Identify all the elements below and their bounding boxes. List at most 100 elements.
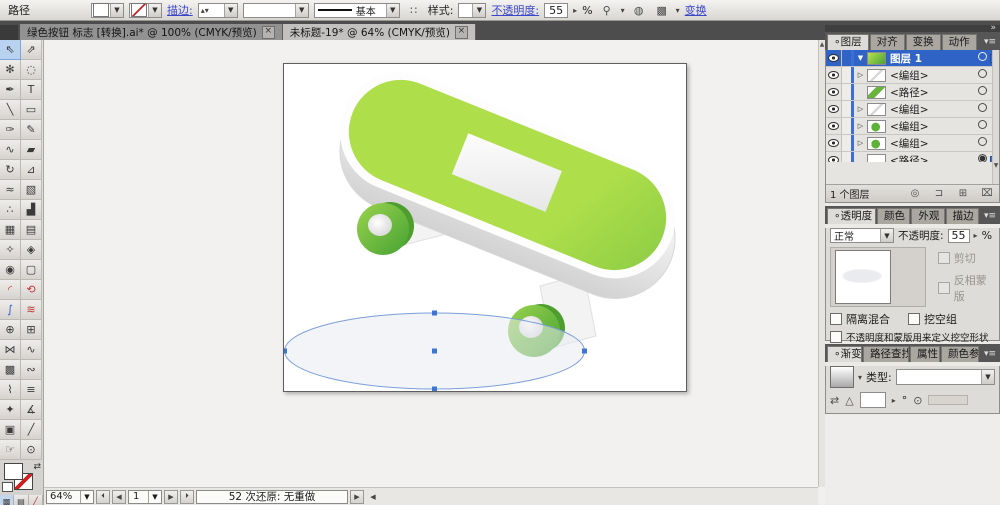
document-tab-2[interactable]: 未标题-19* @ 64% (CMYK/预览) × <box>282 24 476 40</box>
tool-reshape[interactable]: ⋈ <box>0 340 21 360</box>
gradient-angle-input[interactable] <box>859 392 886 408</box>
layer-row[interactable]: ▷ <编组> <box>826 135 999 152</box>
tool-paintbrush[interactable]: ✑ <box>0 120 21 140</box>
gradient-swatch[interactable] <box>830 366 854 388</box>
panel-menu-icon[interactable]: ▾≡ <box>980 208 1000 224</box>
tool-warp[interactable]: ≈ <box>0 180 21 200</box>
tool-mesh-edit[interactable]: ▩ <box>0 360 21 380</box>
tool-multiline[interactable]: ≡ <box>21 380 42 400</box>
target-icon[interactable] <box>975 120 989 132</box>
swap-fill-stroke-icon[interactable]: ⇄ <box>33 462 41 472</box>
target-icon[interactable] <box>975 86 989 98</box>
stroke-color-dropdown[interactable]: ▼ <box>129 2 162 18</box>
tool-eyedropper[interactable]: ✧ <box>0 240 21 260</box>
close-tab-icon[interactable]: × <box>454 25 468 39</box>
dock-collapse-bar[interactable]: » <box>825 24 1000 33</box>
opacity-input[interactable]: 55 <box>544 2 569 18</box>
layer-label[interactable]: <编组> <box>890 119 975 134</box>
tool-smooth[interactable]: ∿ <box>0 140 21 160</box>
panel-tab-对齐[interactable]: 对齐 <box>869 34 905 50</box>
close-tab-icon[interactable]: × <box>261 25 275 39</box>
width-profile-dropdown[interactable]: ▼ <box>242 2 309 18</box>
panel-tab-动作[interactable]: 动作 <box>941 34 977 50</box>
color-mode-button[interactable]: ▩ <box>0 495 15 505</box>
layers-scrollbar[interactable]: ▼ <box>992 50 999 184</box>
default-fill-stroke-icon[interactable] <box>2 482 13 492</box>
fill-color-indicator[interactable] <box>4 463 23 480</box>
visibility-toggle[interactable] <box>826 84 842 100</box>
layer-label[interactable]: <编组> <box>890 102 975 117</box>
visibility-toggle[interactable] <box>826 50 842 66</box>
target-icon[interactable] <box>975 103 989 115</box>
isolate-blending-checkbox[interactable] <box>830 313 842 325</box>
tool-measure[interactable]: ∡ <box>21 400 42 420</box>
layer-row[interactable]: ▷ <编组> <box>826 118 999 135</box>
stroke-weight-stepper[interactable]: ▴▾ ▼ <box>197 2 238 18</box>
artboard[interactable] <box>282 63 687 392</box>
fill-color-dropdown[interactable]: ▼ <box>91 2 124 18</box>
tool-perspective-grid[interactable]: ⊕ <box>0 320 21 340</box>
tool-blend[interactable]: ◈ <box>21 240 42 260</box>
tool-perspective-selection[interactable]: ⊞ <box>21 320 42 340</box>
tool-pen[interactable]: ✒ <box>0 80 21 100</box>
layer-label[interactable]: 图层 1 <box>890 51 975 66</box>
none-mode-button[interactable]: ╱ <box>28 495 43 505</box>
chevron-down-icon[interactable]: ▾ <box>676 6 680 15</box>
brush-definition-dropdown[interactable]: 基本 ▼ <box>313 2 400 18</box>
visibility-toggle[interactable] <box>826 135 842 151</box>
opacity-value-input[interactable]: 55 <box>947 228 970 243</box>
tool-hand[interactable]: ☞ <box>0 440 21 460</box>
tool-gradient[interactable]: ▤ <box>21 220 42 240</box>
document-tab-1[interactable]: 绿色按钮 标志 [转换].ai* @ 100% (CMYK/预览) × <box>20 24 283 40</box>
panel-tab-透明度[interactable]: ∘透明度 <box>827 208 877 224</box>
layer-row[interactable]: <路径> <box>826 84 999 101</box>
tool-mesh[interactable]: ▦ <box>0 220 21 240</box>
layer-row[interactable]: ▷ <编组> <box>826 67 999 84</box>
last-artboard-icon[interactable]: ⏵ <box>180 489 194 504</box>
anchor-handle[interactable] <box>282 348 287 354</box>
tool-selection[interactable]: ⇖ <box>0 40 21 60</box>
zoom-level-dropdown[interactable]: 64% ▼ <box>46 489 94 504</box>
panel-tab-颜色[interactable]: 颜色 <box>877 208 911 224</box>
tool-wave[interactable]: ∿ <box>21 340 42 360</box>
expander-icon[interactable]: ▷ <box>854 122 867 130</box>
layer-row[interactable]: ▷ <编组> <box>826 101 999 118</box>
layer-label[interactable]: <路径> <box>890 85 975 100</box>
document-setup-icon[interactable]: ◍ <box>630 2 648 18</box>
transform-link[interactable]: 变换 <box>685 2 707 18</box>
new-sublayer-icon[interactable]: ⊐ <box>931 188 947 199</box>
anchor-handle[interactable] <box>432 386 437 392</box>
knockout-group-checkbox[interactable] <box>908 313 920 325</box>
tool-column-graph[interactable]: ▟ <box>21 200 42 220</box>
panel-tab-属性[interactable]: 属性 <box>909 346 940 362</box>
visibility-toggle[interactable] <box>826 118 842 134</box>
expander-icon[interactable]: ▼ <box>854 54 867 62</box>
gradient-mode-button[interactable]: ▤ <box>14 495 29 505</box>
tool-scale[interactable]: ⊿ <box>21 160 42 180</box>
expander-icon[interactable]: ▷ <box>854 71 867 79</box>
canvas[interactable] <box>44 40 818 487</box>
gradient-type-dropdown[interactable]: ▼ <box>895 369 995 385</box>
tool-zigzag[interactable]: ⌇ <box>0 380 21 400</box>
visibility-toggle[interactable] <box>826 67 842 83</box>
select-similar-icon[interactable]: ⚲ <box>598 2 616 18</box>
target-icon[interactable] <box>975 52 989 64</box>
tool-free-transform[interactable]: ▧ <box>21 180 42 200</box>
tool-crop-area[interactable]: ▣ <box>0 420 21 440</box>
tool-eyedropper-alt[interactable]: ✦ <box>0 400 21 420</box>
panel-tab-渐变[interactable]: ∘渐变 <box>827 346 862 362</box>
blend-mode-dropdown[interactable]: 正常 ▼ <box>830 228 894 243</box>
layer-label[interactable]: <编组> <box>890 136 975 151</box>
tool-rotate[interactable]: ↻ <box>0 160 21 180</box>
anchor-handle[interactable] <box>582 348 587 354</box>
tool-arc[interactable]: ◜ <box>0 280 21 300</box>
chevron-down-icon[interactable]: ▾ <box>621 6 625 15</box>
tool-magic-wand[interactable]: ✻ <box>0 60 21 80</box>
visibility-toggle[interactable] <box>826 101 842 117</box>
panel-menu-icon[interactable]: ▾≡ <box>980 34 1000 50</box>
tool-twirl[interactable]: ∾ <box>21 360 42 380</box>
tool-curvature[interactable]: ∫ <box>0 300 21 320</box>
vertical-scrollbar[interactable]: ▲ <box>818 40 825 487</box>
target-icon[interactable] <box>975 137 989 149</box>
target-icon[interactable] <box>975 69 989 81</box>
